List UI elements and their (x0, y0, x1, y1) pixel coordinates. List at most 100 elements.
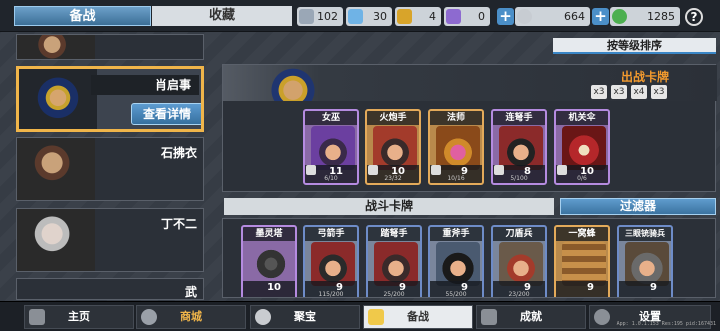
resource-gold-shield: 4 (395, 7, 441, 26)
battle-card[interactable]: 三眼铳骑兵 9 (617, 225, 673, 297)
lineup-card[interactable]: 火炮手 10 23/32 (365, 109, 421, 185)
battle-card[interactable]: 墨灵塔 10 (241, 225, 297, 297)
card-art (436, 242, 480, 286)
purple-shield-icon (446, 9, 461, 24)
card-art (374, 242, 418, 286)
battle-cards-panel: 墨灵塔 10 弓箭手 9 115/200 踏弩手 9 25/200 重斧手 9 … (222, 218, 716, 298)
card-art (499, 242, 543, 286)
hero-card[interactable]: 丁不二 (16, 208, 204, 272)
deck-stat-icon: x3 (611, 85, 627, 99)
home-icon (29, 309, 45, 325)
hero-portrait (17, 35, 95, 59)
achievement-icon (481, 309, 497, 325)
coin-icon (517, 9, 532, 24)
battle-card[interactable]: 重斧手 9 55/200 (428, 225, 484, 298)
view-details-button[interactable]: 查看详情 (131, 103, 201, 125)
coins-icon (141, 309, 157, 325)
card-progress: 115/200 (318, 291, 344, 298)
battle-card[interactable]: 刀盾兵 9 23/200 (491, 225, 547, 298)
card-name: 女巫 (305, 111, 357, 125)
nav-home-label: 主页 (68, 310, 90, 323)
treasure-bowl-icon (255, 309, 271, 325)
hero-card[interactable]: 石拂衣 (16, 137, 204, 201)
gem-icon (348, 9, 363, 24)
hero-portrait (17, 138, 95, 200)
card-progress (249, 292, 289, 297)
card-art (436, 126, 480, 170)
jade-icon (612, 9, 627, 24)
card-name: 踏弩手 (368, 227, 420, 241)
resource-gem: 30 (346, 7, 392, 26)
resource-gem-value: 30 (373, 10, 387, 23)
lineup-banner: 出战卡牌 x3 x3 x4 x3 (223, 65, 717, 101)
deck-stat-icon: x3 (651, 85, 667, 99)
card-name: 连弩手 (493, 111, 545, 125)
card-name: 三眼铳骑兵 (619, 227, 671, 241)
gold-shield-icon (397, 9, 412, 24)
battle-cards-header: 战斗卡牌 (224, 198, 554, 215)
hero-card-selected[interactable]: 肖启事 查看详情 (16, 66, 204, 132)
hero-card-top-partial[interactable] (16, 34, 204, 60)
resource-purple-shield-value: 0 (478, 10, 485, 23)
resource-purple-shield: 0 (444, 7, 490, 26)
nav-achievements[interactable]: 成就 (476, 305, 586, 329)
nav-shop[interactable]: 商城 (136, 305, 246, 329)
card-progress (625, 292, 665, 297)
nav-achievements-label: 成就 (520, 310, 542, 323)
resource-coin-value: 664 (564, 10, 585, 23)
card-art (311, 242, 355, 286)
card-name: 法师 (430, 111, 482, 125)
card-type-icon (431, 165, 441, 175)
card-progress: 10/16 (447, 175, 465, 182)
add-coin-button[interactable]: + (497, 8, 514, 25)
card-art (311, 126, 355, 170)
lineup-card[interactable]: 法师 9 10/16 (428, 109, 484, 185)
resource-shield-value: 102 (317, 10, 338, 23)
nav-treasure[interactable]: 聚宝 (250, 305, 360, 329)
battle-card[interactable]: 一窝蜂 9 (554, 225, 610, 297)
deck-stat-icon: x4 (631, 85, 647, 99)
card-art (625, 242, 669, 286)
card-art (373, 126, 417, 170)
nav-shop-label: 商城 (180, 310, 202, 323)
card-progress: 6/10 (324, 175, 338, 182)
hero-banner-portrait (253, 65, 333, 101)
card-art (249, 242, 293, 286)
bottom-navigation: 主页 商城 聚宝 备战 成就 设置 (0, 301, 720, 331)
battle-card[interactable]: 踏弩手 9 25/200 (366, 225, 422, 298)
hero-card[interactable]: 武 (16, 278, 204, 300)
card-progress: 55/200 (445, 291, 467, 298)
card-type-icon (494, 165, 504, 175)
shield-icon (299, 9, 314, 24)
sort-by-level-button[interactable]: 按等级排序 (553, 38, 716, 54)
card-name: 一窝蜂 (556, 227, 608, 241)
card-type-icon (306, 165, 316, 175)
nav-prepare-label: 备战 (407, 310, 429, 323)
lineup-card[interactable]: 连弩手 8 5/100 (491, 109, 547, 185)
nav-home[interactable]: 主页 (24, 305, 134, 329)
card-name: 机关伞 (556, 111, 608, 125)
tab-prepare[interactable]: 备战 (14, 6, 151, 26)
lineup-card[interactable]: 女巫 11 6/10 (303, 109, 359, 185)
add-jade-button[interactable]: + (592, 8, 609, 25)
card-art (562, 126, 606, 170)
battle-card[interactable]: 弓箭手 9 115/200 (303, 225, 359, 298)
gear-icon (594, 309, 610, 325)
card-name: 弓箭手 (305, 227, 357, 241)
hero-name: 武 (184, 285, 197, 299)
version-info: App: 1.0.1.153 Res:195 pid:167431 (616, 321, 716, 327)
cards-icon (368, 309, 384, 325)
deck-stat-icon: x3 (591, 85, 607, 99)
hero-name: 丁不二 (160, 217, 197, 231)
card-progress: 0/6 (577, 175, 587, 182)
card-progress: 23/200 (508, 291, 530, 298)
nav-prepare[interactable]: 备战 (363, 305, 473, 329)
card-progress: 25/200 (383, 291, 405, 298)
card-type-icon (557, 165, 567, 175)
filter-button[interactable]: 过滤器 (560, 198, 716, 215)
lineup-card[interactable]: 机关伞 10 0/6 (554, 109, 610, 185)
help-button[interactable]: ? (685, 8, 703, 26)
tab-collection[interactable]: 收藏 (152, 6, 292, 26)
hero-portrait (19, 69, 97, 129)
resource-coin: 664 (515, 7, 590, 26)
